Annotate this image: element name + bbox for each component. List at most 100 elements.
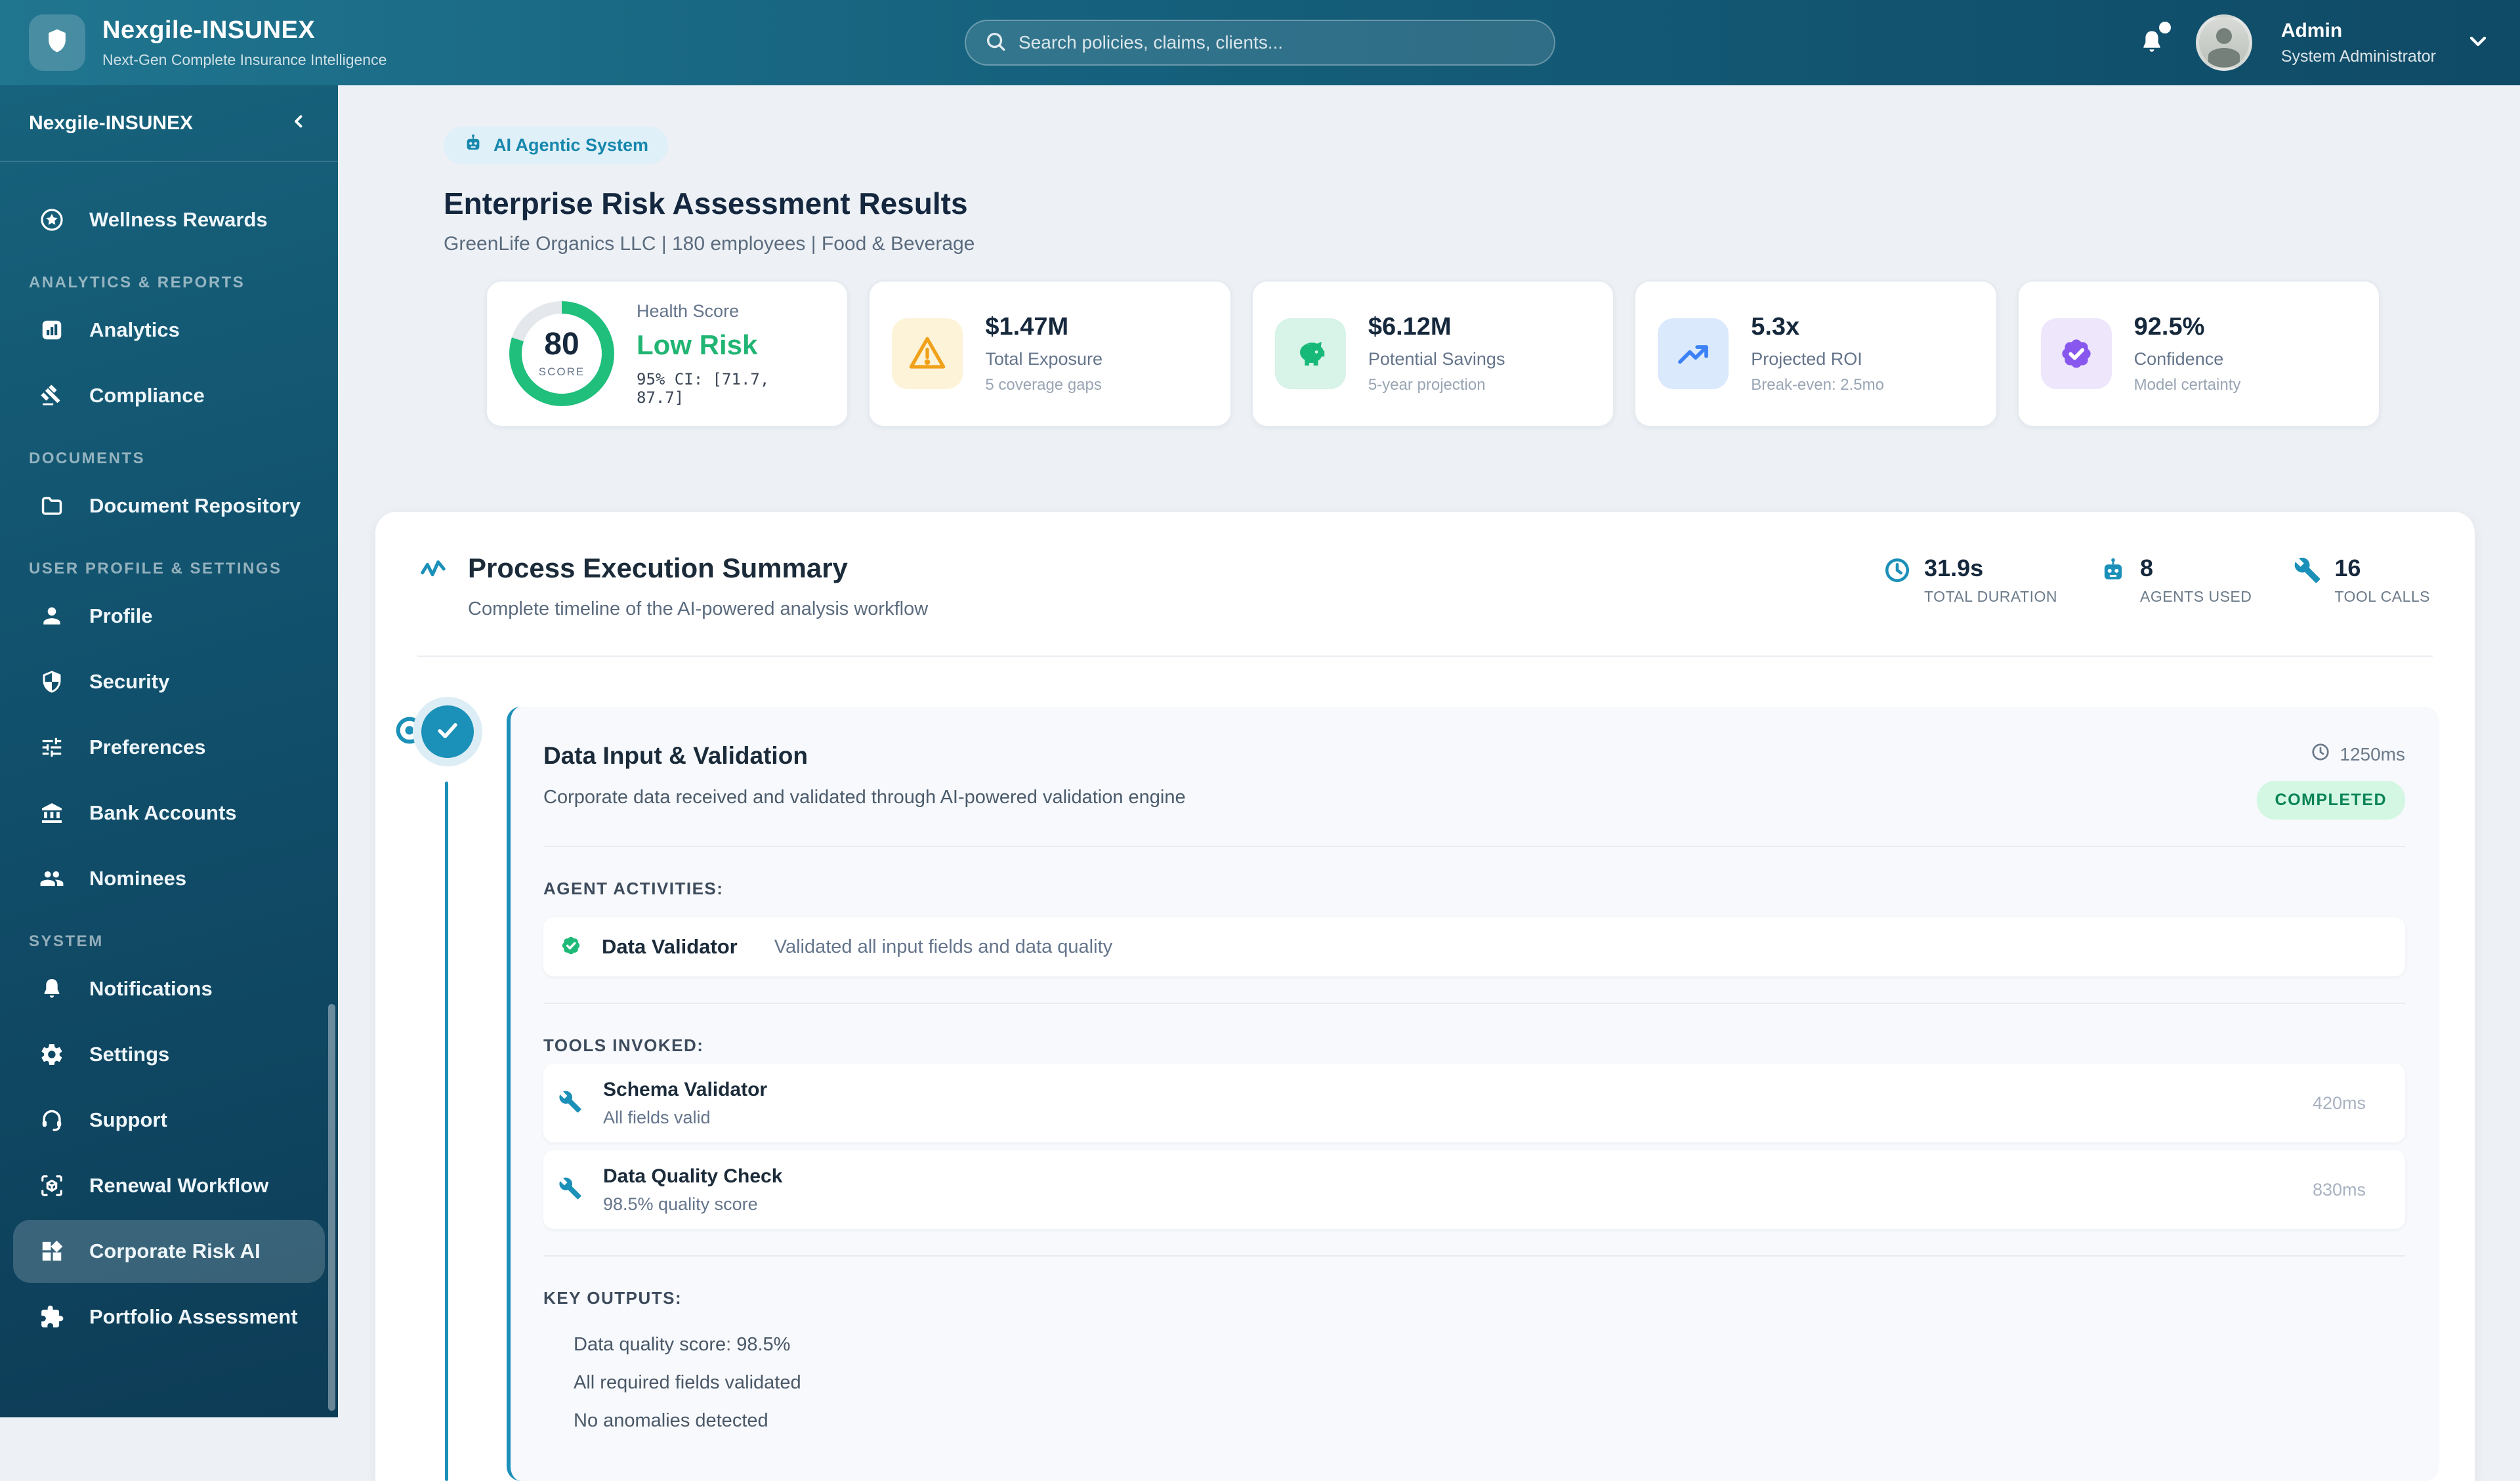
panel-subtitle: Complete timeline of the AI-powered anal…: [468, 598, 928, 620]
seal-check-icon: [558, 933, 583, 961]
shield-icon: [43, 27, 72, 59]
main-content: AI Agentic System Enterprise Risk Assess…: [338, 85, 2520, 1417]
app-name: Nexgile-INSUNEX: [102, 16, 387, 45]
widgets-icon: [39, 1239, 64, 1264]
global-search[interactable]: [965, 20, 1555, 66]
user-name: Admin: [2281, 20, 2436, 42]
robot-icon: [2099, 556, 2127, 606]
output-item: No anomalies detected: [574, 1402, 2405, 1440]
panel-title: Process Execution Summary: [468, 553, 928, 584]
user-role: System Administrator: [2281, 47, 2436, 66]
sidebar-section-user-profile-settings: USER PROFILE & SETTINGS: [29, 560, 338, 578]
chevron-down-icon[interactable]: [2465, 28, 2491, 58]
sidebar-item-notifications[interactable]: Notifications: [13, 957, 325, 1020]
sidebar-item-portfolio-assessment[interactable]: Portfolio Assessment: [13, 1285, 325, 1348]
stat-label: Health Score: [637, 301, 825, 322]
health-score-caption: SCORE: [539, 365, 585, 379]
user-info[interactable]: Admin System Administrator: [2281, 20, 2436, 66]
sidebar-item-label: Profile: [89, 604, 152, 628]
collapse-sidebar-button[interactable]: [289, 112, 309, 135]
shield-half-icon: [39, 669, 64, 694]
sidebar-item-label: Settings: [89, 1043, 169, 1066]
stat-value: 5.3x: [1751, 313, 1884, 341]
stat-card-projected-roi: 5.3x Projected ROI Break-even: 2.5mo: [1634, 280, 1997, 427]
sidebar-item-wellness-rewards[interactable]: Wellness Rewards: [13, 188, 325, 251]
puzzle-icon: [39, 1304, 64, 1329]
metric-total-duration: 31.9s TOTAL DURATION: [1883, 556, 2057, 606]
sidebar-item-label: Document Repository: [89, 494, 301, 518]
stat-card-potential-savings: $6.12M Potential Savings 5-year projecti…: [1251, 280, 1614, 427]
stat-value: 92.5%: [2134, 313, 2241, 341]
step-description: Corporate data received and validated th…: [543, 787, 1186, 808]
sidebar-item-label: Bank Accounts: [89, 801, 237, 825]
tool-duration: 420ms: [2313, 1093, 2366, 1114]
sidebar-item-label: Nominees: [89, 867, 186, 890]
sidebar-item-bank-accounts[interactable]: Bank Accounts: [13, 782, 325, 845]
search-input[interactable]: [1018, 32, 1536, 53]
stat-card-confidence: 92.5% Confidence Model certainty: [2017, 280, 2380, 427]
search-icon: [984, 30, 1007, 56]
sidebar-section-analytics-reports: ANALYTICS & REPORTS: [29, 274, 338, 292]
stat-label: Total Exposure: [985, 349, 1102, 369]
wrench-icon: [558, 1090, 582, 1117]
status-badge: COMPLETED: [2257, 781, 2405, 820]
sidebar-item-document-repository[interactable]: Document Repository: [13, 474, 325, 537]
stat-label: Projected ROI: [1751, 349, 1884, 369]
metric-label: AGENTS USED: [2140, 588, 2252, 606]
sidebar-section-system: SYSTEM: [29, 932, 338, 951]
stats-row: 80 SCORE Health Score Low Risk 95% CI: […: [486, 280, 2380, 427]
risk-level-value: Low Risk: [637, 329, 825, 361]
sidebar-item-support[interactable]: Support: [13, 1089, 325, 1152]
folder-icon: [39, 493, 64, 518]
gear-icon: [39, 1042, 64, 1067]
person-icon: [39, 604, 64, 629]
notifications-button[interactable]: [2138, 27, 2167, 58]
cube-scan-icon: [39, 1173, 64, 1198]
sidebar-scrollbar[interactable]: [328, 1004, 335, 1411]
badge-label: AI Agentic System: [494, 135, 648, 156]
sidebar-brand: Nexgile-INSUNEX: [29, 112, 193, 135]
stat-sub: Model certainty: [2134, 376, 2241, 394]
tool-name: Schema Validator: [603, 1079, 767, 1101]
stat-sub: 5 coverage gaps: [985, 376, 1102, 394]
output-item: Data quality score: 98.5%: [574, 1325, 2405, 1364]
stat-label: Confidence: [2134, 349, 2241, 369]
sidebar-item-label: Preferences: [89, 736, 206, 759]
health-score-ring: 80 SCORE: [509, 301, 614, 406]
app-tagline: Next-Gen Complete Insurance Intelligence: [102, 51, 387, 69]
piggy-bank-icon: [1275, 318, 1346, 389]
activity-icon: [418, 553, 448, 620]
notification-dot: [2159, 22, 2171, 33]
sidebar-item-renewal-workflow[interactable]: Renewal Workflow: [13, 1154, 325, 1217]
sidebar-item-security[interactable]: Security: [13, 650, 325, 713]
summary-metrics: 31.9s TOTAL DURATION 8 AGENTS USED 16: [1883, 553, 2430, 606]
page-subtitle: GreenLife Organics LLC | 180 employees |…: [444, 233, 2475, 255]
avatar[interactable]: [2196, 14, 2252, 71]
sidebar-item-preferences[interactable]: Preferences: [13, 716, 325, 779]
bank-icon: [39, 801, 64, 825]
stat-label: Potential Savings: [1368, 349, 1505, 369]
sidebar-item-label: Compliance: [89, 384, 205, 407]
workflow-timeline: Data Input & Validation Corporate data r…: [375, 657, 2475, 1481]
sidebar-item-nominees[interactable]: Nominees: [13, 847, 325, 910]
sidebar-item-compliance[interactable]: Compliance: [13, 364, 325, 427]
step-duration: 1250ms: [2340, 744, 2405, 765]
sidebar-item-label: Wellness Rewards: [89, 208, 268, 232]
confidence-interval: 95% CI: [71.7, 87.7]: [637, 370, 825, 407]
trending-up-icon: [1658, 318, 1729, 389]
key-outputs-list: Data quality score: 98.5% All required f…: [543, 1325, 2405, 1440]
key-outputs-label: KEY OUTPUTS:: [543, 1288, 2405, 1308]
sidebar-item-profile[interactable]: Profile: [13, 585, 325, 648]
tool-result: 98.5% quality score: [603, 1194, 782, 1215]
sidebar-item-corporate-risk-ai[interactable]: Corporate Risk AI: [13, 1220, 325, 1283]
agent-name: Data Validator: [602, 935, 738, 959]
wrench-icon: [558, 1177, 582, 1203]
headset-icon: [39, 1108, 64, 1133]
sidebar-item-analytics[interactable]: Analytics: [13, 299, 325, 362]
sidebar-item-settings[interactable]: Settings: [13, 1023, 325, 1086]
tool-row: Data Quality Check 98.5% quality score 8…: [543, 1150, 2405, 1229]
sidebar-section-documents: DOCUMENTS: [29, 449, 338, 468]
health-score-value: 80: [544, 329, 579, 360]
metric-value: 8: [2140, 556, 2252, 580]
process-summary-panel: Process Execution Summary Complete timel…: [375, 512, 2475, 1481]
